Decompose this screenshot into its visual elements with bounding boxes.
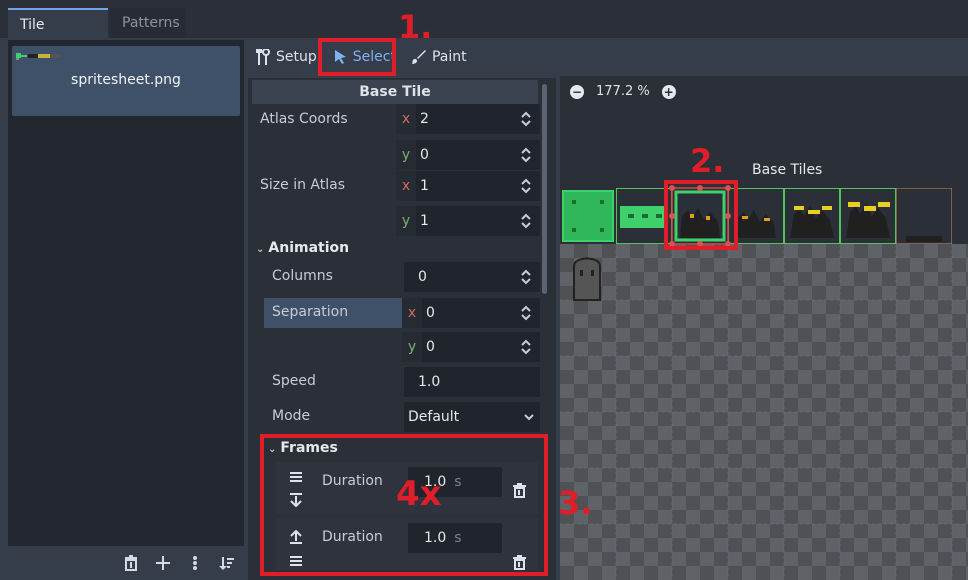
spinner-icon[interactable] — [520, 110, 532, 128]
source-item-label: spritesheet.png — [71, 72, 181, 88]
tile-6[interactable] — [896, 188, 952, 244]
source-item-spritesheet[interactable]: spritesheet.png — [12, 46, 240, 116]
paint-mode-label: Paint — [431, 49, 467, 65]
columns-label: Columns — [272, 268, 333, 284]
separation-x-value: 0 — [426, 305, 435, 321]
atlas-coords-x-field[interactable]: x 2 — [396, 104, 540, 134]
atlas-coords-label: Atlas Coords — [260, 111, 348, 127]
plus-icon — [156, 556, 170, 570]
paint-mode-button[interactable]: Paint — [406, 42, 473, 72]
axis-y-label: y — [402, 332, 422, 362]
chevron-down-icon: ⌄ — [256, 244, 265, 255]
inspector-scrollbar[interactable] — [542, 84, 547, 294]
base-tile-header: Base Tile — [252, 80, 538, 104]
annotation-box-tile — [664, 180, 738, 250]
paintbrush-icon — [411, 50, 426, 64]
sort-icon — [219, 557, 234, 570]
speed-field[interactable]: 1.0 — [404, 367, 540, 397]
setup-mode-label: Setup — [276, 49, 317, 65]
zoom-in-icon[interactable]: + — [661, 84, 676, 99]
setup-mode-button[interactable]: Setup — [250, 42, 323, 72]
annotation-box-select — [318, 38, 396, 76]
columns-value: 0 — [418, 269, 427, 285]
annotation-step-2: 2. — [690, 142, 725, 180]
sources-panel: spritesheet.png — [8, 40, 244, 546]
atlas-coords-y-value: 0 — [420, 147, 429, 163]
size-in-atlas-x-field[interactable]: x 1 — [396, 171, 540, 201]
tile-0[interactable] — [560, 188, 616, 244]
spinner-icon[interactable] — [520, 146, 532, 164]
separation-y-field[interactable]: y 0 — [402, 332, 540, 362]
spinner-icon[interactable] — [520, 177, 532, 195]
columns-field[interactable]: 0 — [404, 262, 540, 292]
size-in-atlas-label: Size in Atlas — [260, 177, 345, 193]
size-in-atlas-y-field[interactable]: y 1 — [396, 206, 540, 236]
add-source-button[interactable] — [152, 552, 174, 574]
spinner-icon[interactable] — [520, 338, 532, 356]
annotation-step-1: 1. — [398, 8, 433, 46]
mode-label: Mode — [272, 408, 311, 424]
delete-source-button[interactable] — [120, 552, 142, 574]
tab-tile-sources[interactable]: Tile Sources — [8, 8, 108, 63]
tab-patterns[interactable]: Patterns — [110, 8, 186, 38]
tileset-editor: Tile Sources Patterns spritesheet.png — [0, 0, 968, 580]
trash-icon — [125, 555, 137, 571]
annotation-step-3: 3. — [558, 484, 593, 522]
size-in-atlas-y-value: 1 — [420, 213, 429, 229]
size-in-atlas-x-value: 1 — [420, 178, 429, 194]
mode-select[interactable]: Default — [404, 402, 540, 432]
zoom-level: 177.2 % — [596, 84, 650, 99]
zoom-controls: − 177.2 % + — [570, 84, 676, 99]
tools-icon — [256, 49, 270, 65]
tile-outline — [784, 188, 840, 244]
atlas-coords-x-value: 2 — [420, 111, 429, 127]
spinner-icon[interactable] — [520, 212, 532, 230]
tile-outline — [840, 188, 896, 244]
spinner-icon[interactable] — [520, 304, 532, 322]
speed-value: 1.0 — [418, 374, 441, 390]
axis-y-label: y — [396, 140, 416, 170]
animation-group-header[interactable]: ⌄ Animation — [256, 240, 349, 256]
sort-sources-button[interactable] — [216, 552, 238, 574]
axis-x-label: x — [402, 298, 422, 328]
separation-x-field[interactable]: x 0 — [402, 298, 540, 328]
spinner-icon[interactable] — [520, 268, 532, 286]
kebab-menu-icon — [193, 556, 197, 570]
atlas-canvas[interactable]: − 177.2 % + Base Tiles — [560, 76, 968, 580]
axis-x-label: x — [396, 104, 416, 134]
axis-x-label: x — [396, 171, 416, 201]
base-tiles-label: Base Tiles — [752, 162, 823, 178]
separation-label: Separation — [272, 304, 349, 320]
speed-label: Speed — [272, 373, 316, 389]
chevron-down-icon — [524, 414, 534, 421]
mode-select-value: Default — [408, 409, 460, 425]
animation-group-label: Animation — [268, 240, 350, 256]
separation-y-value: 0 — [426, 339, 435, 355]
more-options-button[interactable] — [184, 552, 206, 574]
axis-y-label: y — [396, 206, 416, 236]
tab-bar: Tile Sources Patterns — [0, 0, 968, 63]
zoom-out-icon[interactable]: − — [570, 84, 584, 99]
atlas-grid-lines — [560, 244, 968, 580]
ghost-sprite[interactable] — [570, 252, 604, 302]
atlas-coords-y-field[interactable]: y 0 — [396, 140, 540, 170]
annotation-repeat-count: 4x — [396, 474, 442, 514]
sources-toolbar — [120, 550, 238, 576]
spritesheet-thumbnail — [16, 53, 60, 60]
